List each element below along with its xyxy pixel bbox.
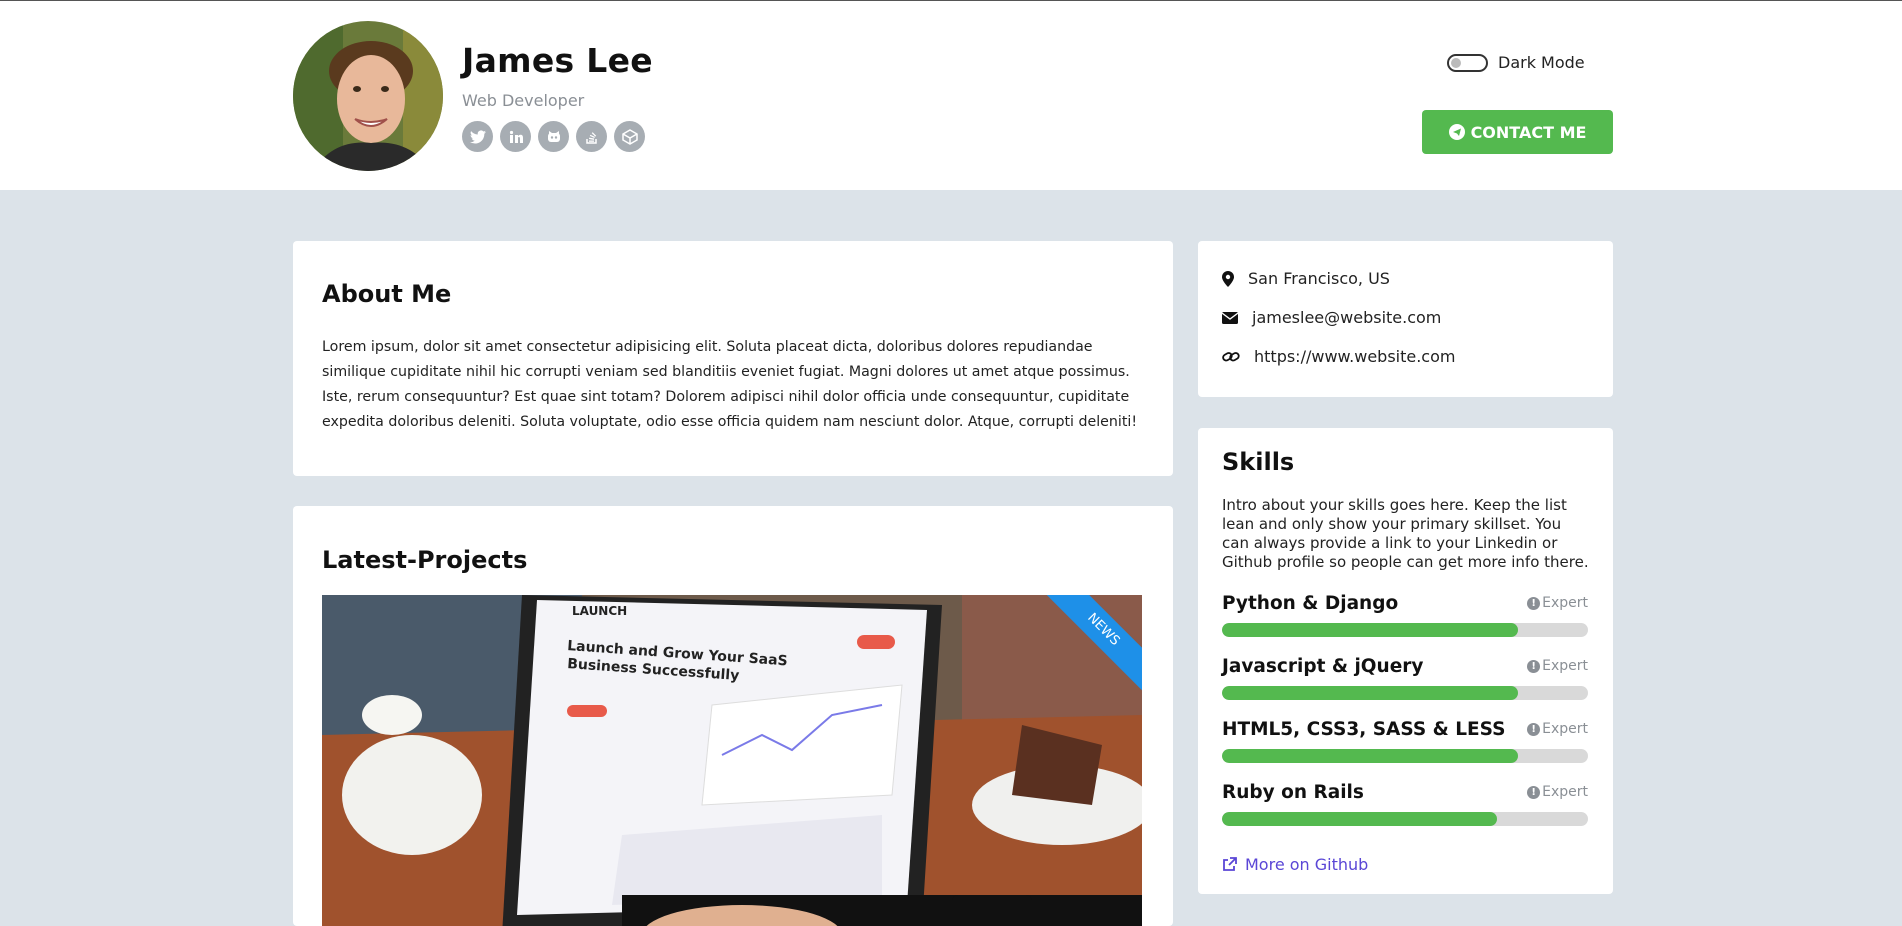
skill-progress-bar (1222, 623, 1588, 637)
skill-item: Javascript & jQuery ! Expert (1222, 656, 1588, 700)
skill-progress-bar (1222, 749, 1588, 763)
location-text: San Francisco, US (1248, 269, 1390, 288)
map-marker-icon (1222, 270, 1234, 287)
more-on-github-link[interactable]: More on Github (1222, 855, 1368, 874)
skill-item: Python & Django ! Expert (1222, 593, 1588, 637)
skills-intro: Intro about your skills goes here. Keep … (1222, 496, 1589, 571)
codepen-icon[interactable] (614, 121, 645, 152)
skill-level: ! Expert (1527, 658, 1588, 674)
email-link[interactable]: jameslee@website.com (1252, 308, 1441, 327)
skill-item: Ruby on Rails ! Expert (1222, 782, 1588, 826)
linkedin-icon[interactable] (500, 121, 531, 152)
projects-title: Latest-Projects (322, 546, 528, 574)
dark-mode-label: Dark Mode (1498, 53, 1585, 72)
toggle-switch[interactable] (1447, 53, 1488, 72)
social-links (462, 121, 645, 152)
info-icon: ! (1527, 659, 1541, 673)
website-row: https://www.website.com (1222, 347, 1455, 366)
skill-level: ! Expert (1527, 784, 1588, 800)
projects-card: Latest-Projects LAUNCH Launch and Grow Y… (293, 506, 1173, 926)
avatar (293, 21, 443, 171)
skill-progress-bar (1222, 812, 1588, 826)
twitter-icon[interactable] (462, 121, 493, 152)
contact-info-card: San Francisco, US jameslee@website.com h… (1198, 241, 1613, 397)
contact-me-button[interactable]: CONTACT ME (1422, 110, 1613, 154)
link-icon (1222, 351, 1240, 361)
profile-name: James Lee (462, 41, 653, 80)
about-text: Lorem ipsum, dolor sit amet consectetur … (322, 339, 1138, 430)
info-icon: ! (1527, 785, 1541, 799)
skill-level: ! Expert (1527, 721, 1588, 737)
dark-mode-toggle[interactable]: Dark Mode (1447, 53, 1585, 72)
info-icon: ! (1527, 722, 1541, 736)
skills-title: Skills (1222, 448, 1295, 476)
profile-role: Web Developer (462, 91, 585, 110)
external-link-icon (1223, 857, 1237, 871)
stackoverflow-icon[interactable] (576, 121, 607, 152)
send-icon (1448, 124, 1465, 140)
email-row: jameslee@website.com (1222, 308, 1441, 327)
info-icon: ! (1527, 596, 1541, 610)
project-image[interactable]: LAUNCH Launch and Grow Your SaaS Busines… (322, 595, 1142, 926)
profile-header: James Lee Web Developer Dark Mode CONTAC… (0, 1, 1902, 190)
envelope-icon (1222, 311, 1238, 324)
about-card: About Me Lorem ipsum, dolor sit amet con… (293, 241, 1173, 476)
contact-me-label: CONTACT ME (1470, 122, 1587, 142)
skills-card: Skills Intro about your skills goes here… (1198, 428, 1613, 894)
skill-item: HTML5, CSS3, SASS & LESS ! Expert (1222, 719, 1588, 763)
skill-progress-bar (1222, 686, 1588, 700)
location-row: San Francisco, US (1222, 269, 1390, 288)
skill-level: ! Expert (1527, 595, 1588, 611)
website-link[interactable]: https://www.website.com (1254, 347, 1455, 366)
github-icon[interactable] (538, 121, 569, 152)
svg-text:LAUNCH: LAUNCH (572, 604, 627, 618)
about-title: About Me (322, 280, 452, 308)
